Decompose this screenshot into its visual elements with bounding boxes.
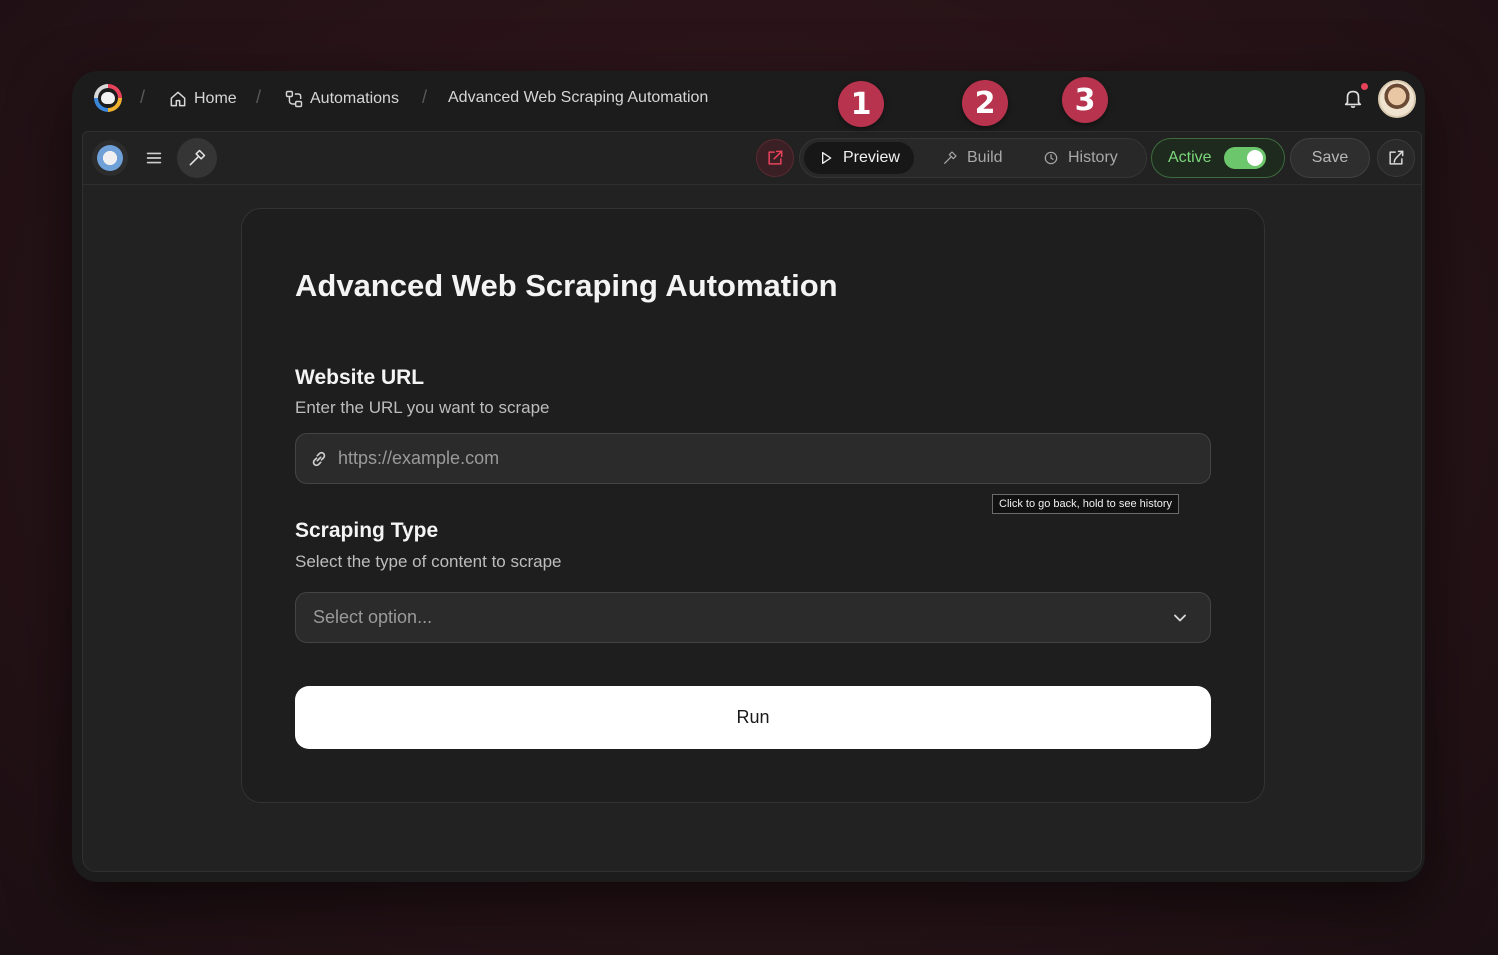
main-panel: Preview Build History Active Save Advanc… (82, 131, 1422, 872)
breadcrumb-separator: / (422, 87, 428, 107)
automation-logo[interactable] (92, 140, 128, 176)
annotation-badge: 2 (962, 80, 1008, 126)
breadcrumb-current-label: Advanced Web Scraping Automation (448, 89, 709, 106)
menu-icon[interactable] (143, 147, 165, 169)
type-field-label: Scraping Type (295, 519, 439, 542)
notification-dot (1361, 83, 1368, 90)
breadcrumb-separator: / (256, 87, 262, 107)
url-field-help: Enter the URL you want to scrape (295, 398, 550, 417)
workflow-icon (285, 90, 303, 108)
active-toggle-pill[interactable]: Active (1151, 138, 1285, 178)
annotation-badge: 1 (838, 81, 884, 127)
app-window: / Home / Automations / Advanced Web Scra… (72, 71, 1425, 882)
share-icon (1389, 150, 1404, 165)
tab-preview[interactable]: Preview (804, 142, 914, 174)
breadcrumb-home-label: Home (194, 90, 237, 107)
tab-preview-label: Preview (843, 149, 900, 166)
tab-build[interactable]: Build (928, 142, 1017, 174)
annotation-badge: 3 (1062, 77, 1108, 123)
top-bar: / Home / Automations / Advanced Web Scra… (72, 71, 1425, 127)
share-button[interactable] (1377, 139, 1415, 177)
save-button[interactable]: Save (1290, 138, 1370, 178)
url-input[interactable]: https://example.com (295, 433, 1211, 484)
form-title: Advanced Web Scraping Automation (295, 268, 838, 303)
type-field-help: Select the type of content to scrape (295, 552, 562, 571)
external-link-icon (768, 150, 783, 165)
app-logo[interactable] (94, 84, 122, 112)
url-field-label: Website URL (295, 366, 425, 389)
clock-icon (1044, 151, 1058, 165)
play-icon (822, 152, 832, 164)
active-toggle[interactable] (1223, 147, 1266, 169)
automation-form-card: Advanced Web Scraping Automation Website… (241, 208, 1265, 803)
build-tool-button[interactable] (177, 138, 217, 178)
toolbar: Preview Build History Active Save (83, 132, 1421, 185)
breadcrumb-separator: / (140, 87, 146, 107)
url-input-placeholder: https://example.com (338, 448, 500, 468)
run-button[interactable]: Run (295, 686, 1211, 749)
hammer-icon (944, 151, 957, 164)
tooltip: Click to go back, hold to see history (992, 494, 1180, 514)
open-external-button[interactable] (756, 139, 794, 177)
breadcrumb-home[interactable]: Home (168, 89, 237, 109)
chevron-down-icon (1174, 614, 1186, 622)
bell-icon[interactable] (1342, 87, 1364, 109)
hammer-icon (189, 149, 206, 166)
breadcrumb-automations[interactable]: Automations (284, 89, 399, 109)
home-icon (170, 91, 186, 107)
select-placeholder: Select option... (313, 607, 433, 627)
link-icon (312, 451, 326, 466)
view-mode-switch: Preview Build History (799, 138, 1147, 178)
user-avatar[interactable] (1378, 80, 1416, 118)
breadcrumb-current: Advanced Web Scraping Automation (448, 89, 708, 107)
tab-history-label: History (1068, 149, 1118, 166)
breadcrumb-automations-label: Automations (310, 90, 399, 107)
status-label: Active (1168, 149, 1212, 166)
scraping-type-select[interactable]: Select option... (295, 592, 1211, 643)
tab-history[interactable]: History (1029, 142, 1132, 174)
tab-build-label: Build (967, 149, 1003, 166)
